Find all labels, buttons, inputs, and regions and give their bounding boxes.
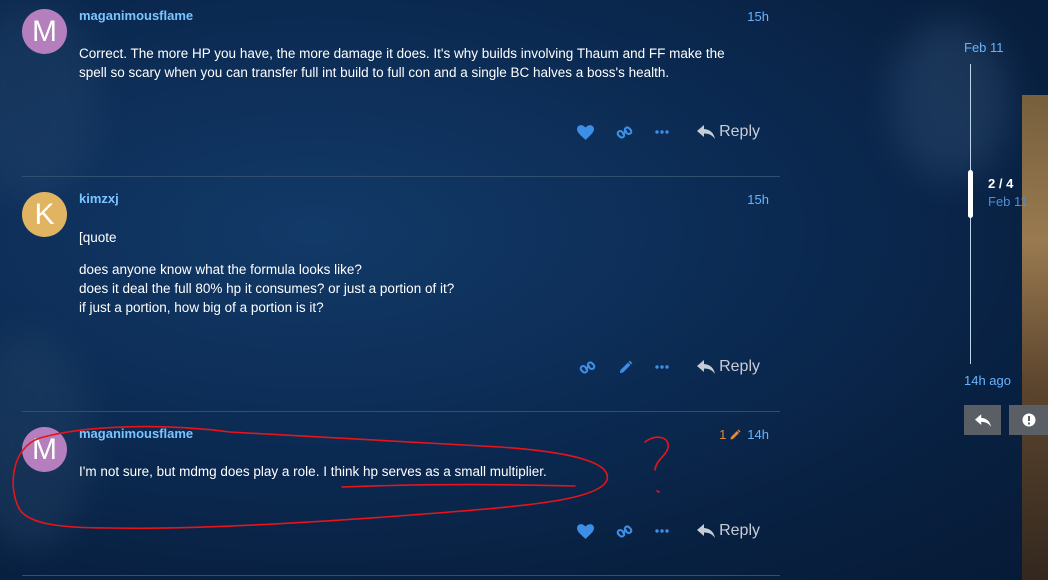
link-icon[interactable] xyxy=(616,523,633,540)
timeline-start-date[interactable]: Feb 11 xyxy=(964,40,1004,55)
like-heart-icon[interactable] xyxy=(577,523,595,539)
post-2: K kimzxj 15h [quote does anyone know wha… xyxy=(22,191,780,391)
edit-pencil-icon xyxy=(730,429,741,439)
post-time[interactable]: 15h xyxy=(747,9,769,24)
reply-arrow-icon xyxy=(697,125,716,139)
exclamation-icon xyxy=(1022,413,1035,427)
like-heart-icon[interactable] xyxy=(577,124,595,140)
more-options-icon[interactable] xyxy=(655,365,669,369)
post-divider xyxy=(22,575,780,576)
edit-count[interactable]: 1 xyxy=(719,427,741,442)
post-body: Correct. The more HP you have, the more … xyxy=(79,44,779,82)
post-divider xyxy=(22,176,780,177)
post-text-line: [quote xyxy=(79,230,117,245)
post-actions: Reply xyxy=(555,522,760,540)
post-3: M maganimousflame 1 14h I'm not sure, bu… xyxy=(22,426,780,566)
background-statue xyxy=(1022,95,1048,580)
post-text-line: does it deal the full 80% hp it consumes… xyxy=(79,281,455,296)
post-body: I'm not sure, but mdmg does play a role.… xyxy=(79,462,779,481)
timeline-handle[interactable] xyxy=(968,170,973,218)
link-icon[interactable] xyxy=(579,359,596,376)
username[interactable]: kimzxj xyxy=(79,191,119,206)
link-icon[interactable] xyxy=(616,124,633,141)
post-actions: Reply xyxy=(555,123,760,141)
more-options-icon[interactable] xyxy=(655,130,669,134)
username[interactable]: maganimousflame xyxy=(79,8,193,23)
timeline-position-date: Feb 11 xyxy=(988,194,1028,209)
flag-button[interactable] xyxy=(1009,405,1048,435)
avatar[interactable]: M xyxy=(22,9,67,54)
avatar[interactable]: K xyxy=(22,192,67,237)
post-1: M maganimousflame 15h Correct. The more … xyxy=(22,8,780,168)
timeline-position: 2 / 4 xyxy=(988,176,1014,191)
post-time[interactable]: 15h xyxy=(747,192,769,207)
reply-arrow-icon xyxy=(697,360,716,374)
post-text-line: spell so scary when you can transfer ful… xyxy=(79,65,670,80)
reply-label: Reply xyxy=(719,522,760,539)
edit-pencil-icon[interactable] xyxy=(618,360,633,375)
post-time[interactable]: 14h xyxy=(747,427,769,442)
reply-arrow-icon xyxy=(697,524,716,538)
post-text-line: I'm not sure, but mdmg does play a role.… xyxy=(79,464,547,479)
reply-arrow-icon xyxy=(974,413,991,427)
post-meta: 1 14h xyxy=(719,427,769,442)
post-actions: Reply xyxy=(557,358,760,376)
reply-button[interactable]: Reply xyxy=(697,123,760,141)
post-text-line: does anyone know what the formula looks … xyxy=(79,262,362,277)
reply-button[interactable]: Reply xyxy=(697,522,760,540)
timeline-end-label[interactable]: 14h ago xyxy=(964,373,1011,388)
avatar[interactable]: M xyxy=(22,427,67,472)
reply-label: Reply xyxy=(719,123,760,140)
post-text-line: Correct. The more HP you have, the more … xyxy=(79,46,725,61)
reply-button[interactable]: Reply xyxy=(697,358,760,376)
more-options-icon[interactable] xyxy=(655,529,669,533)
post-divider xyxy=(22,411,780,412)
post-body: [quote does anyone know what the formula… xyxy=(79,228,779,317)
back-button[interactable] xyxy=(964,405,1001,435)
username[interactable]: maganimousflame xyxy=(79,426,193,441)
reply-label: Reply xyxy=(719,358,760,375)
post-text-line: if just a portion, how big of a portion … xyxy=(79,300,324,315)
